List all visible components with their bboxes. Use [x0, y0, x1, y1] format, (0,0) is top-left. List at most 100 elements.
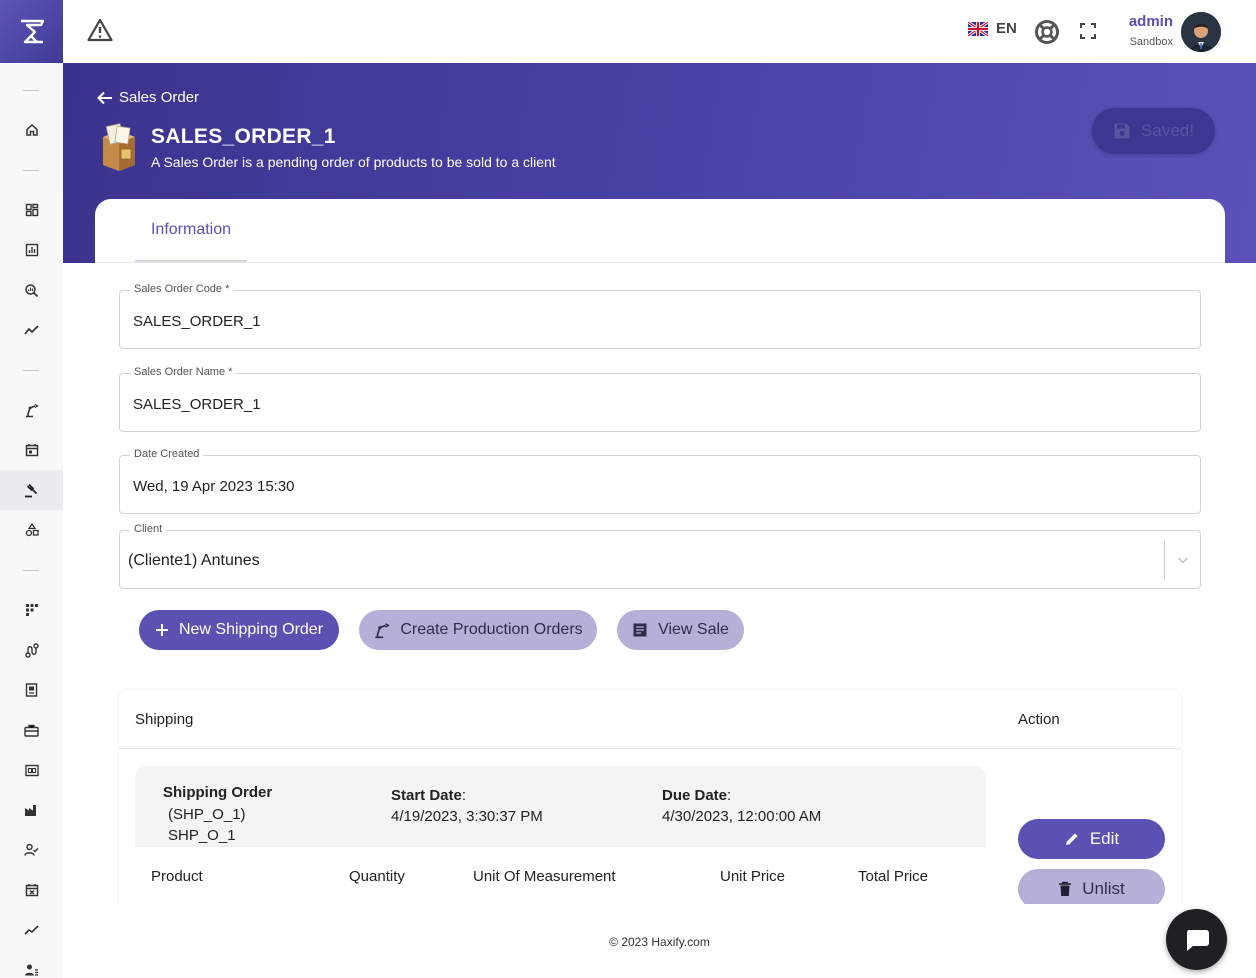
sidebar-item-devices[interactable] — [0, 750, 63, 790]
sidebar-item-routes[interactable] — [0, 630, 63, 670]
tab-divider — [95, 262, 1225, 263]
robot-arm-icon — [375, 622, 391, 638]
shipping-order-name: SHP_O_1 — [168, 827, 236, 844]
sidebar-item-metrics[interactable] — [0, 910, 63, 950]
sidebar-item-dashboard[interactable] — [0, 190, 63, 230]
pencil-icon — [1065, 833, 1078, 845]
sales-order-name-field[interactable]: Sales Order Name * SALES_ORDER_1 — [119, 366, 1201, 432]
back-link-label: Sales Order — [119, 89, 200, 106]
sidebar-item-grid[interactable] — [0, 590, 63, 630]
dashboard-icon — [25, 203, 38, 217]
chat-button[interactable] — [1166, 909, 1227, 970]
fullscreen-icon — [1080, 23, 1096, 39]
sidebar-item-documents[interactable] — [0, 670, 63, 710]
select-separator — [1164, 541, 1165, 579]
save-button[interactable]: Saved! — [1092, 108, 1215, 154]
back-link[interactable]: Sales Order — [97, 89, 199, 106]
start-date-value: 4/19/2023, 3:30:37 PM — [391, 808, 543, 825]
app-root: EN admin Sandbox Sales Order SALES_ORDER… — [0, 0, 1256, 978]
robot-arm-icon — [26, 403, 39, 417]
create-production-orders-button[interactable]: Create Production Orders — [359, 610, 597, 650]
sidebar-item-reports[interactable] — [0, 230, 63, 270]
sales-order-box-icon — [103, 123, 135, 171]
due-date-label: Due Date: — [662, 787, 732, 804]
create-production-orders-label: Create Production Orders — [400, 621, 583, 638]
sidebar — [0, 0, 63, 978]
copyright-text: © 2023 Haxify.com — [609, 935, 710, 949]
dots-grid-icon — [25, 604, 38, 616]
new-shipping-order-label: New Shipping Order — [178, 621, 324, 638]
sales-order-card: Information Sales Order Code * SALES_ORD… — [95, 199, 1225, 904]
view-sale-button[interactable]: View Sale — [617, 610, 744, 650]
floppy-disk-icon — [1114, 123, 1130, 139]
user-name[interactable]: admin — [1103, 13, 1173, 30]
home-icon — [25, 123, 38, 136]
avatar[interactable] — [1181, 12, 1221, 52]
help-button[interactable] — [1034, 19, 1060, 50]
uk-flag-icon — [968, 21, 988, 36]
document-icon — [25, 683, 38, 697]
due-date-value: 4/30/2023, 12:00:00 AM — [662, 808, 822, 825]
client-label: Client — [130, 523, 167, 535]
language-code: EN — [996, 20, 1017, 37]
sidebar-item-users[interactable] — [0, 830, 63, 870]
tab-information[interactable]: Information — [135, 199, 247, 262]
tab-information-label: Information — [150, 220, 232, 238]
calendar-icon — [25, 444, 38, 457]
fullscreen-button[interactable] — [1079, 22, 1097, 45]
factory-icon — [25, 805, 36, 816]
unit-of-measurement-column-header: Unit Of Measurement — [473, 868, 616, 885]
product-column-header: Product — [151, 868, 203, 885]
chat-bubble-icon — [1186, 929, 1209, 951]
shipping-column-header: Shipping — [135, 711, 194, 728]
app-logo[interactable] — [0, 0, 63, 63]
sales-order-name-input[interactable]: SALES_ORDER_1 — [133, 396, 261, 413]
sidebar-divider — [23, 90, 39, 91]
client-selected-value: (Cliente1) Antunes — [128, 552, 260, 569]
shipping-order-code: (SHP_O_1) — [168, 806, 246, 823]
sidebar-item-home[interactable] — [0, 110, 63, 150]
shipping-table-header: Shipping Action — [119, 690, 1181, 749]
action-column-header: Action — [1018, 711, 1060, 728]
view-sale-label: View Sale — [658, 621, 729, 638]
sidebar-item-analysis[interactable] — [0, 270, 63, 310]
sidebar-item-sales[interactable] — [0, 470, 63, 510]
badge-id-icon — [24, 764, 39, 776]
date-created-field[interactable]: Date Created Wed, 19 Apr 2023 15:30 — [119, 448, 1201, 514]
chevron-down-icon[interactable] — [1176, 553, 1190, 567]
sidebar-item-categories[interactable] — [0, 510, 63, 550]
gavel-icon — [25, 483, 38, 497]
route-icon — [24, 642, 39, 658]
sidebar-item-schedule[interactable] — [0, 870, 63, 910]
brand-logo-icon — [20, 19, 44, 43]
sidebar-item-inventory[interactable] — [0, 710, 63, 750]
start-date-label: Start Date: — [391, 787, 467, 804]
total-price-column-header: Total Price — [858, 868, 929, 885]
date-created-input[interactable]: Wed, 19 Apr 2023 15:30 — [133, 478, 295, 495]
bar-chart-icon — [25, 243, 38, 257]
edit-button[interactable]: Edit — [1018, 819, 1165, 859]
shipping-order-title: Shipping Order — [163, 784, 273, 801]
sidebar-item-trends[interactable] — [0, 310, 63, 350]
unlist-button[interactable]: Unlist — [1018, 869, 1165, 904]
sidebar-item-production[interactable] — [0, 390, 63, 430]
table-row: Shipping Order (SHP_O_1) SHP_O_1 Start D… — [135, 766, 986, 904]
plus-icon — [155, 624, 168, 636]
shapes-icon — [25, 523, 39, 537]
language-selector[interactable]: EN — [968, 20, 1017, 37]
date-created-label: Date Created — [130, 448, 204, 460]
footer: © 2023 Haxify.com — [63, 904, 1256, 978]
sidebar-divider — [23, 570, 39, 571]
sidebar-item-team[interactable] — [0, 950, 63, 978]
sales-order-code-input[interactable]: SALES_ORDER_1 — [133, 313, 261, 330]
edit-button-label: Edit — [1089, 829, 1120, 848]
sales-order-code-field[interactable]: Sales Order Code * SALES_ORDER_1 — [119, 283, 1201, 349]
warning-button[interactable] — [87, 18, 113, 47]
zoom-analytics-icon — [25, 283, 39, 297]
sidebar-item-factory[interactable] — [0, 790, 63, 830]
new-shipping-order-button[interactable]: New Shipping Order — [139, 610, 339, 650]
client-select[interactable]: Client (Cliente1) Antunes — [119, 523, 1201, 589]
sidebar-item-calendar[interactable] — [0, 430, 63, 470]
save-button-label: Saved! — [1141, 121, 1194, 140]
toolbox-icon — [24, 724, 39, 737]
